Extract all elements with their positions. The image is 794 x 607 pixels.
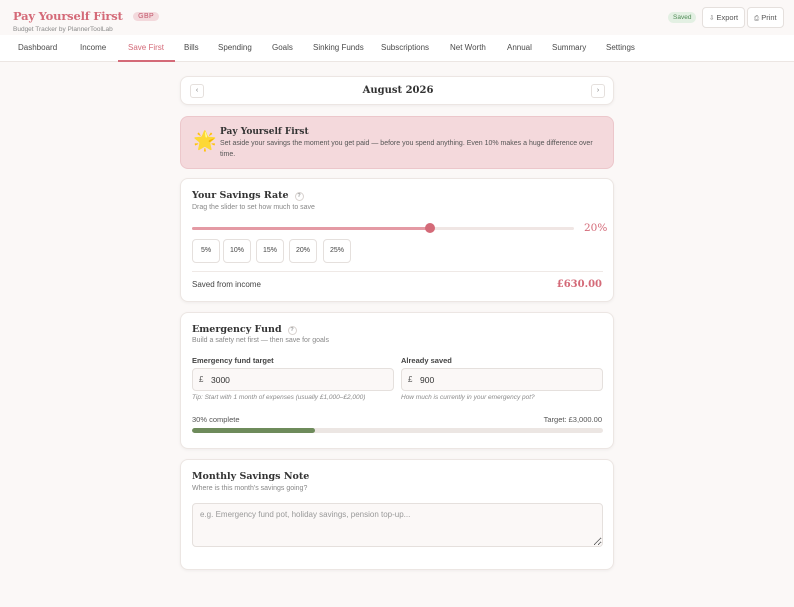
tab-dashboard[interactable]: Dashboard bbox=[18, 35, 57, 62]
currency-symbol: £ bbox=[408, 375, 413, 384]
savings-rate-subtitle: Drag the slider to set how much to save bbox=[192, 204, 315, 211]
tab-summary[interactable]: Summary bbox=[552, 35, 586, 62]
already-saved-input[interactable] bbox=[420, 370, 600, 390]
printer-icon: ⎙ bbox=[754, 15, 760, 22]
preset-20-button[interactable]: 20% bbox=[289, 239, 317, 263]
currency-badge: GBP bbox=[133, 12, 160, 21]
brand: Pay Yourself First GBP Budget Tracker by… bbox=[13, 7, 160, 33]
preset-5-button[interactable]: 5% bbox=[192, 239, 220, 263]
target-text: Target: £3,000.00 bbox=[543, 415, 602, 424]
target-input-wrapper: £ bbox=[192, 368, 394, 391]
target-input[interactable] bbox=[211, 370, 391, 390]
savings-rate-slider[interactable] bbox=[192, 223, 574, 233]
help-icon[interactable]: ? bbox=[294, 192, 304, 201]
download-icon: ⇩ bbox=[709, 15, 715, 22]
tab-goals[interactable]: Goals bbox=[272, 35, 293, 62]
banner-title: Pay Yourself First bbox=[220, 127, 309, 137]
preset-25-button[interactable]: 25% bbox=[323, 239, 351, 263]
print-label: Print bbox=[761, 13, 777, 22]
tab-income[interactable]: Income bbox=[80, 35, 106, 62]
app-header: Pay Yourself First GBP Budget Tracker by… bbox=[0, 0, 794, 35]
emergency-fund-title: Emergency Fund bbox=[192, 324, 282, 335]
target-hint: Tip: Start with 1 month of expenses (usu… bbox=[192, 394, 366, 401]
help-icon[interactable]: ? bbox=[287, 326, 297, 335]
export-button[interactable]: ⇩ Export bbox=[702, 7, 746, 28]
savings-rate-value: 20% bbox=[584, 222, 608, 234]
export-label: Export bbox=[716, 13, 739, 22]
tab-spending[interactable]: Spending bbox=[218, 35, 252, 62]
tab-subscriptions[interactable]: Subscriptions bbox=[381, 35, 429, 62]
divider bbox=[192, 271, 603, 272]
note-title: Monthly Savings Note bbox=[192, 471, 310, 482]
saved-from-income-amount: £630.00 bbox=[556, 279, 602, 290]
savings-rate-heading: Your Savings Rate? bbox=[192, 190, 304, 201]
savings-rate-title: Your Savings Rate bbox=[192, 190, 289, 201]
main-nav: Dashboard Income Save First Bills Spendi… bbox=[0, 35, 794, 62]
next-month-button[interactable]: › bbox=[591, 84, 605, 98]
app-subtitle: Budget Tracker by PlannerToolLab bbox=[13, 26, 113, 33]
tab-net-worth[interactable]: Net Worth bbox=[450, 35, 486, 62]
emergency-fund-card: Emergency Fund? Build a safety net first… bbox=[180, 312, 614, 449]
preset-10-button[interactable]: 10% bbox=[223, 239, 251, 263]
already-saved-input-wrapper: £ bbox=[401, 368, 603, 391]
savings-rate-card: Your Savings Rate? Drag the slider to se… bbox=[180, 178, 614, 302]
currency-symbol: £ bbox=[199, 375, 204, 384]
tab-sinking-funds[interactable]: Sinking Funds bbox=[313, 35, 364, 62]
preset-15-button[interactable]: 15% bbox=[256, 239, 284, 263]
savings-note-card: Monthly Savings Note Where is this month… bbox=[180, 459, 614, 570]
progress-label: 30% complete bbox=[192, 415, 240, 424]
month-label: August 2026 bbox=[362, 85, 434, 96]
slider-thumb[interactable] bbox=[425, 223, 436, 233]
tab-bills[interactable]: Bills bbox=[184, 35, 199, 62]
banner-text: Set aside your savings the moment you ge… bbox=[220, 140, 593, 158]
already-saved-hint: How much is currently in your emergency … bbox=[401, 394, 535, 401]
tab-save-first[interactable]: Save First bbox=[128, 35, 164, 62]
target-field-label: Emergency fund target bbox=[192, 356, 274, 365]
tab-settings[interactable]: Settings bbox=[606, 35, 635, 62]
print-button[interactable]: ⎙ Print bbox=[747, 7, 784, 28]
emergency-fund-subtitle: Build a safety net first — then save for… bbox=[192, 337, 329, 344]
note-subtitle: Where is this month's savings going? bbox=[192, 485, 308, 492]
saved-from-income-label: Saved from income bbox=[192, 280, 261, 289]
star-icon: 🌟 bbox=[193, 131, 217, 152]
progress-fill bbox=[192, 428, 316, 433]
already-saved-label: Already saved bbox=[401, 356, 452, 365]
emergency-fund-heading: Emergency Fund? bbox=[192, 324, 297, 335]
slider-fill bbox=[192, 227, 431, 230]
saved-status-badge: Saved bbox=[668, 12, 697, 23]
app-title: Pay Yourself First bbox=[13, 9, 123, 23]
savings-note-textarea[interactable] bbox=[192, 503, 603, 547]
active-tab-indicator bbox=[118, 60, 175, 62]
tab-annual[interactable]: Annual bbox=[507, 35, 532, 62]
month-selector: ‹ August 2026 › bbox=[180, 76, 614, 105]
emergency-progress-bar bbox=[192, 428, 603, 433]
info-banner: 🌟 Pay Yourself First Set aside your savi… bbox=[180, 116, 614, 169]
